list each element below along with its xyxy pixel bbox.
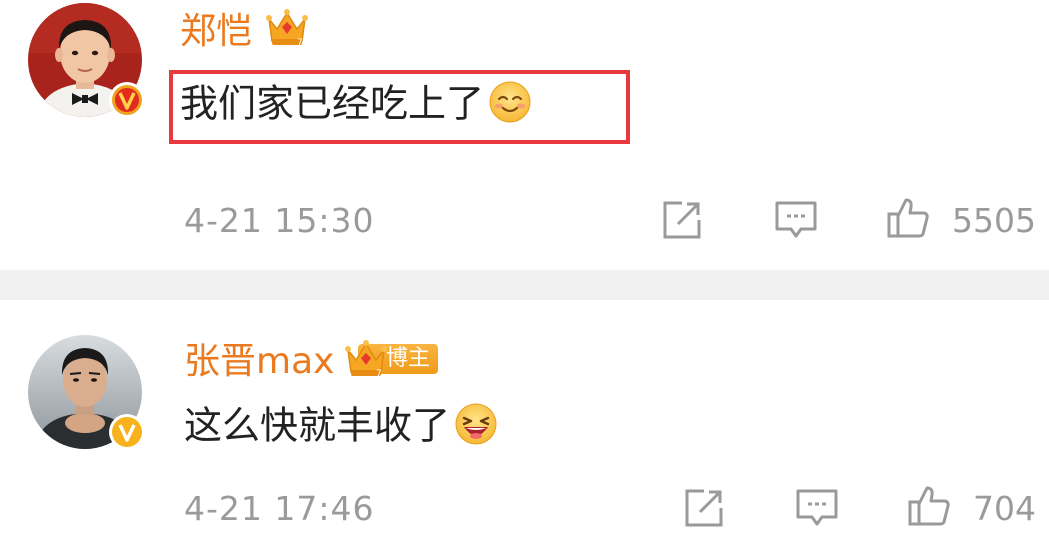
smile-emoji-icon [489,81,531,123]
username[interactable]: 张晋max [184,344,334,380]
comment-icon[interactable] [795,486,839,530]
thumbs-up-icon[interactable] [886,196,930,240]
crown-icon: 7 [345,340,387,379]
comment-text: 这么快就丰收了 [184,403,498,450]
username[interactable]: 郑恺 [180,14,252,50]
svg-text:7: 7 [297,38,303,48]
red-verified-v-icon [109,82,145,118]
comment-text-content: 这么快就丰收了 [184,403,451,448]
laugh-emoji-icon [455,403,497,445]
share-icon[interactable] [660,198,704,242]
crown-icon: 7 [266,9,308,48]
comment-item: 张晋max 7 博主 这么快就丰收了 4-21 17:46 704 [0,300,1049,546]
divider [0,270,1049,300]
comment-time: 4-21 15:30 [184,201,375,240]
comment-time: 4-21 17:46 [184,489,375,528]
avatar[interactable] [28,3,145,118]
avatar[interactable] [28,335,145,450]
yellow-verified-v-icon [109,414,145,450]
comment-item: 郑恺 7 我们家已经吃上了 4-21 15:30 5505 [0,0,1049,270]
svg-text:7: 7 [376,369,382,379]
comment-text-content: 我们家已经吃上了 [180,81,485,126]
like-count: 5505 [952,201,1036,240]
comment-icon[interactable] [774,198,818,242]
share-icon[interactable] [682,486,726,530]
comment-text: 我们家已经吃上了 [180,81,532,128]
thumbs-up-icon[interactable] [907,484,951,528]
like-count: 704 [973,489,1036,528]
